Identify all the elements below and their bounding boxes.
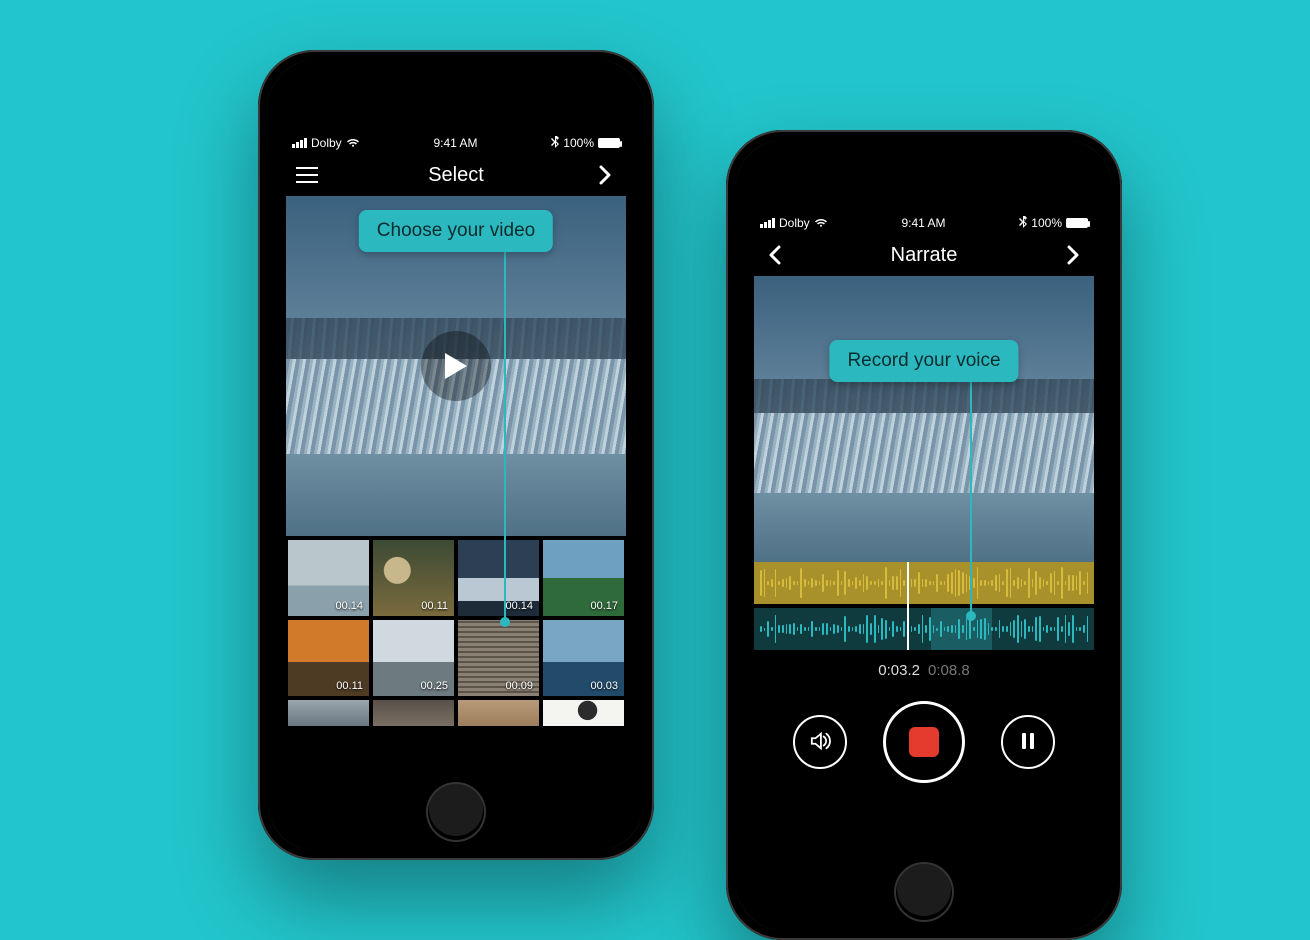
video-thumbnail[interactable]: 00.09: [458, 620, 539, 696]
thumb-duration: 00.25: [420, 680, 448, 692]
recording-controls: [754, 687, 1094, 789]
battery-percent-label: 100%: [1031, 216, 1062, 230]
clock-label: 9:41 AM: [834, 216, 1014, 230]
stop-icon: [909, 727, 939, 757]
video-thumbnail[interactable]: 00.25: [373, 620, 454, 696]
phone-frame-narrate: Dolby 9:41 AM 100%: [726, 130, 1122, 940]
video-thumbnail[interactable]: 00.03: [543, 620, 624, 696]
next-button[interactable]: [590, 160, 620, 190]
callout-connector-dot: [966, 611, 976, 621]
speaker-icon: [809, 731, 831, 754]
callout-connector-line: [504, 242, 506, 622]
phone-frame-select: Dolby 9:41 AM 100%: [258, 50, 654, 860]
home-button[interactable]: [426, 782, 486, 842]
battery-percent-label: 100%: [563, 136, 594, 150]
video-thumbnail[interactable]: [458, 700, 539, 726]
phone-bezel: Dolby 9:41 AM 100%: [736, 140, 1112, 930]
bluetooth-icon: [551, 136, 559, 151]
signal-bars-icon: [760, 218, 775, 228]
home-button[interactable]: [894, 862, 954, 922]
status-bar: Dolby 9:41 AM 100%: [754, 212, 1094, 234]
video-thumbnail[interactable]: [373, 700, 454, 726]
callout-connector-line: [970, 382, 972, 616]
bluetooth-icon: [1019, 216, 1027, 231]
thumb-duration: 00.03: [590, 680, 618, 692]
record-stop-button[interactable]: [883, 701, 965, 783]
thumb-duration: 00.11: [336, 680, 363, 692]
callout-connector-dot: [500, 617, 510, 627]
audio-track-narration[interactable]: [754, 608, 1094, 650]
video-preview[interactable]: Record your voice: [754, 276, 1094, 562]
playhead[interactable]: [907, 562, 909, 650]
thumb-duration: 00.14: [335, 600, 363, 612]
status-bar: Dolby 9:41 AM 100%: [286, 132, 626, 154]
callout-text: Record your voice: [847, 350, 1000, 371]
nav-title: Select: [428, 164, 484, 187]
video-thumbnail[interactable]: [288, 700, 369, 726]
screen-narrate: Dolby 9:41 AM 100%: [754, 212, 1094, 840]
nav-bar: Select: [286, 154, 626, 196]
callout-text: Choose your video: [377, 220, 535, 241]
thumb-row: 00.14 00.11 00.14 00.17: [286, 540, 626, 616]
volume-button[interactable]: [793, 715, 847, 769]
video-thumbnail[interactable]: 00.14: [288, 540, 369, 616]
video-thumbnail[interactable]: 00.17: [543, 540, 624, 616]
video-thumbnail-grid: 00.14 00.11 00.14 00.17 00.11 00.25 00.0…: [286, 536, 626, 760]
thumb-duration: 00.09: [505, 680, 533, 692]
video-thumbnail[interactable]: 00.14: [458, 540, 539, 616]
time-current: 0:03.2: [878, 662, 920, 679]
nav-bar: Narrate: [754, 234, 1094, 276]
audio-track-original[interactable]: [754, 562, 1094, 604]
phone-bezel: Dolby 9:41 AM 100%: [268, 60, 644, 850]
audio-timeline[interactable]: [754, 562, 1094, 650]
video-thumbnail[interactable]: 00.11: [373, 540, 454, 616]
hamburger-icon: [296, 167, 318, 183]
time-total: 0:08.8: [928, 662, 970, 679]
screen-select: Dolby 9:41 AM 100%: [286, 132, 626, 760]
thumb-duration: 00.11: [421, 600, 448, 612]
play-button[interactable]: [421, 331, 491, 401]
carrier-label: Dolby: [311, 136, 342, 150]
thumb-row: 00.11 00.25 00.09 00.03: [286, 620, 626, 696]
nav-title: Narrate: [891, 244, 958, 267]
waveform: [754, 562, 1094, 604]
timecode-display: 0:03.2 0:08.8: [754, 650, 1094, 687]
pause-button[interactable]: [1001, 715, 1055, 769]
video-thumbnail[interactable]: 00.11: [288, 620, 369, 696]
waveform: [754, 608, 1094, 650]
carrier-label: Dolby: [779, 216, 810, 230]
signal-bars-icon: [292, 138, 307, 148]
wifi-icon: [346, 138, 360, 148]
clock-label: 9:41 AM: [366, 136, 546, 150]
battery-icon: [1066, 218, 1088, 228]
battery-icon: [598, 138, 620, 148]
callout-choose-video: Choose your video: [359, 210, 553, 252]
video-preview: Choose your video: [286, 196, 626, 536]
back-button[interactable]: [760, 240, 790, 270]
menu-button[interactable]: [292, 160, 322, 190]
thumb-duration: 00.14: [505, 600, 533, 612]
thumb-row-partial: [286, 700, 626, 726]
thumb-duration: 00.17: [590, 600, 618, 612]
wifi-icon: [814, 218, 828, 228]
video-thumbnail[interactable]: [543, 700, 624, 726]
pause-icon: [1020, 732, 1036, 753]
next-button[interactable]: [1058, 240, 1088, 270]
callout-record-voice: Record your voice: [829, 340, 1018, 382]
